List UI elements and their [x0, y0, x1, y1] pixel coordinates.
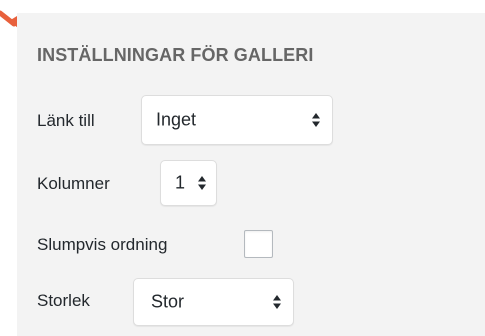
columns-label: Kolumner — [37, 174, 110, 193]
size-label: Storlek — [37, 291, 90, 310]
columns-select[interactable]: 1 — [160, 160, 217, 206]
link-to-select[interactable]: Inget — [141, 95, 333, 145]
updown-chevron-icon — [312, 113, 320, 127]
size-select[interactable]: Stor — [133, 278, 294, 326]
page: INSTÄLLNINGAR FÖR GALLERI Länk till Inge… — [0, 0, 485, 336]
link-to-value: Inget — [156, 109, 197, 130]
random-order-label: Slumpvis ordning — [37, 235, 168, 254]
columns-value: 1 — [175, 172, 186, 193]
random-order-checkbox[interactable] — [244, 230, 273, 258]
updown-chevron-icon — [273, 295, 281, 309]
gallery-settings-heading: INSTÄLLNINGAR FÖR GALLERI — [37, 45, 314, 65]
updown-chevron-icon — [198, 176, 206, 190]
size-value: Stor — [151, 291, 185, 312]
link-to-label: Länk till — [37, 111, 95, 130]
